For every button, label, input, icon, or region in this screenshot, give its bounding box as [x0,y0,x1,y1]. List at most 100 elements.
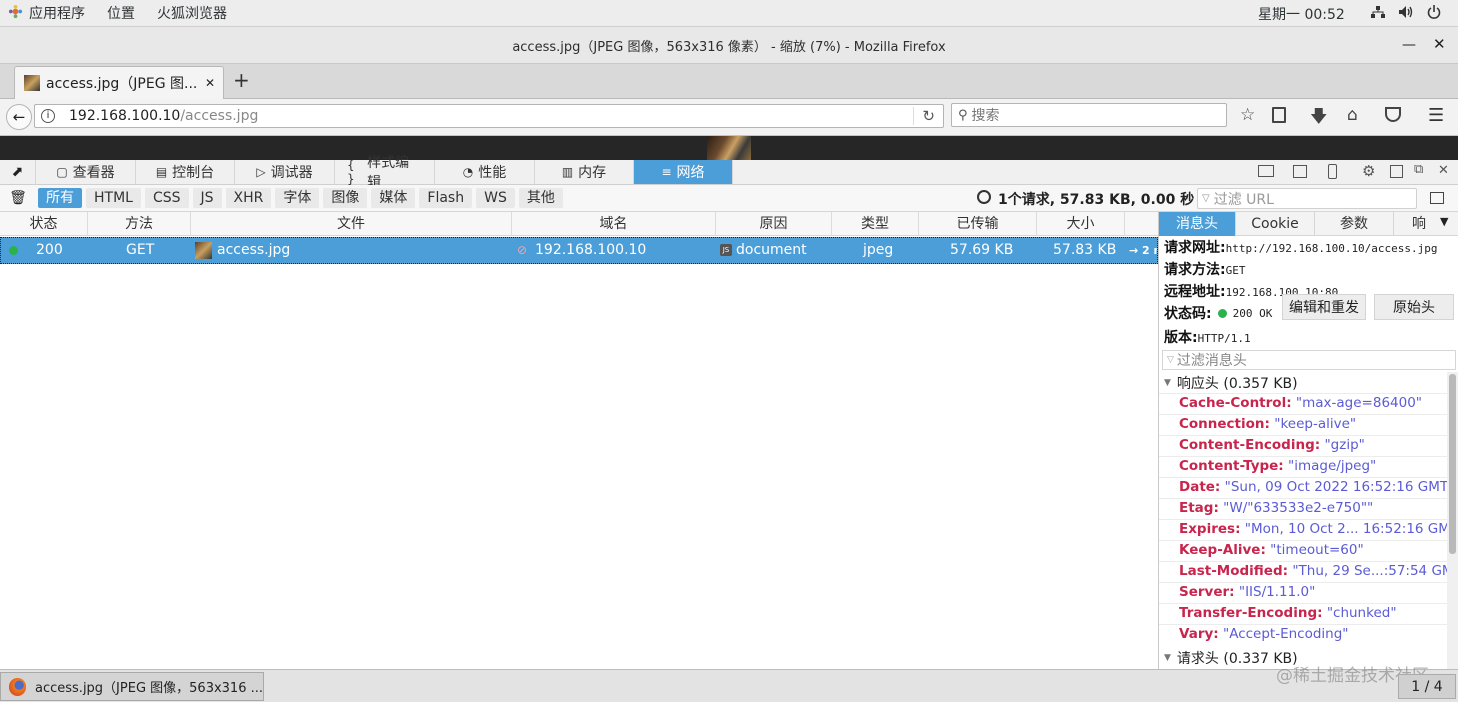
tab-cookie[interactable]: Cookie [1236,212,1315,236]
filter-button[interactable]: CSS [144,188,189,208]
table-row[interactable]: 200 GET access.jpg ⊘ 192.168.100.10 JS d… [0,237,1158,264]
network-filter-bar: 🗑 所有 HTML CSS JS XHR 字体 图像 媒体 Flash WS 其他 1个请求, 57… [0,185,1458,212]
toggle-sidebar-icon[interactable] [1430,192,1444,204]
column-file[interactable]: 文件 [191,212,512,236]
header-row[interactable]: Last-Modified: "Thu, 29 Se...:57:54 GMT" [1179,563,1447,579]
reload-icon[interactable]: ↻ [913,107,935,125]
home-icon[interactable]: ⌂ [1347,105,1358,125]
pick-element-icon[interactable]: ⬈ [0,160,36,184]
separate-window-icon[interactable]: ⧉ [1414,162,1423,177]
dock-side-icon[interactable] [1390,165,1403,178]
row-size: 57.83 KB [1053,242,1117,258]
tab-params[interactable]: 参数 [1315,212,1394,236]
header-row[interactable]: Content-Type: "image/jpeg" [1179,458,1376,474]
power-icon[interactable] [1427,5,1441,23]
column-size[interactable]: 大小 [1037,212,1125,236]
apps-menu-icon[interactable] [8,4,23,23]
filter-button[interactable]: Flash [419,188,473,208]
filter-button[interactable]: 字体 [275,188,320,208]
image-thumbnail[interactable] [707,136,751,160]
filter-button[interactable]: WS [476,188,515,208]
column-transferred[interactable]: 已传输 [919,212,1037,236]
workspace-pager[interactable]: 1 / 4 [1398,674,1456,699]
tab-console[interactable]: ▤ 控制台 [136,160,235,184]
bookmark-star-icon[interactable]: ☆ [1240,105,1255,125]
tab-response[interactable]: 响 [1404,212,1434,236]
filter-button[interactable]: XHR [225,188,272,208]
scrollbar-thumb[interactable] [1449,374,1456,554]
filter-button[interactable]: 图像 [323,188,368,208]
tab-inspector[interactable]: ▢ 查看器 [36,160,136,184]
column-domain[interactable]: 域名 [512,212,716,236]
site-info-icon[interactable]: i [41,109,55,123]
header-value: "gzip" [1324,437,1365,453]
header-row-divider [1159,477,1447,478]
column-status[interactable]: 状态 [0,212,88,236]
tab-style-editor[interactable]: { } 样式编辑... [335,155,435,191]
header-row-divider [1159,435,1447,436]
column-cause[interactable]: 原因 [716,212,832,236]
header-row[interactable]: Cache-Control: "max-age=86400" [1179,395,1422,411]
filter-button[interactable]: 媒体 [371,188,416,208]
minimize-button[interactable]: — [1402,37,1416,53]
tab-network[interactable]: ≡ 网络 [634,160,733,184]
headers-scrollbar[interactable] [1447,372,1458,669]
status-dot-icon [9,246,18,255]
filter-button[interactable]: 其他 [518,188,563,208]
tab-memory[interactable]: ▥ 内存 [535,160,634,184]
close-window-button[interactable]: ✕ [1433,35,1446,53]
row-transferred: 57.69 KB [950,242,1014,258]
response-headers-section[interactable]: ▼ 响应头 (0.357 KB) [1164,373,1298,393]
edit-resend-button[interactable]: 编辑和重发 [1282,294,1366,320]
header-row[interactable]: Vary: "Accept-Encoding" [1179,626,1349,642]
filter-button[interactable]: 所有 [38,188,82,208]
header-value: "Accept-Encoding" [1222,626,1349,642]
url-bar[interactable]: i 192.168.100.10/access.jpg ↻ [34,104,944,128]
firefox-app-menu[interactable]: 火狐浏览器 [157,3,227,23]
back-button[interactable]: ← [6,104,32,130]
header-filter-input[interactable]: ▽ 过滤消息头 [1162,350,1456,370]
reading-list-icon[interactable] [1272,107,1286,123]
downloads-icon[interactable]: 🡇 [1310,104,1327,133]
more-tabs-chevron-icon[interactable]: ▼ [1440,215,1448,228]
header-row[interactable]: Connection: "keep-alive" [1179,416,1356,432]
close-devtools-icon[interactable]: ✕ [1438,163,1449,178]
js-badge-icon: JS [720,244,732,256]
header-name: Cache-Control: [1179,395,1292,411]
dock-layout-icon[interactable] [1258,165,1274,177]
new-tab-button[interactable]: + [233,68,250,92]
raw-headers-button[interactable]: 原始头 [1374,294,1454,320]
header-row[interactable]: Keep-Alive: "timeout=60" [1179,542,1364,558]
network-icon[interactable] [1371,5,1385,23]
header-row[interactable]: Content-Encoding: "gzip" [1179,437,1365,453]
tab-debugger[interactable]: ▷ 调试器 [235,160,335,184]
applications-menu[interactable]: 应用程序 [29,3,85,23]
tab-performance[interactable]: ◔ 性能 [435,160,535,184]
header-row-divider [1159,498,1447,499]
filter-button[interactable]: HTML [86,188,141,208]
responsive-design-icon[interactable] [1328,164,1337,179]
places-menu[interactable]: 位置 [107,3,135,23]
hamburger-menu-icon[interactable]: ☰ [1428,105,1444,126]
filter-button[interactable]: JS [192,188,222,208]
volume-icon[interactable] [1398,5,1414,23]
header-row[interactable]: Transfer-Encoding: "chunked" [1179,605,1397,621]
column-method[interactable]: 方法 [88,212,191,236]
settings-gear-icon[interactable]: ⚙ [1362,162,1375,180]
column-type[interactable]: 类型 [832,212,919,236]
header-row[interactable]: Etag: "W/"633533e2-e750"" [1179,500,1373,516]
split-console-icon[interactable] [1293,165,1307,178]
browser-tab[interactable]: access.jpg（JPEG 图... ✕ [14,66,224,99]
clock[interactable]: 星期一 00:52 [1258,4,1345,24]
pocket-icon[interactable] [1385,107,1401,122]
clear-trash-icon[interactable]: 🗑 [0,190,36,206]
search-placeholder: 搜索 [971,108,1000,124]
header-row[interactable]: Server: "IIS/1.11.0" [1179,584,1315,600]
search-box[interactable]: ⚲ 搜索 [951,103,1227,127]
close-tab-icon[interactable]: ✕ [205,76,215,90]
taskbar-window-item[interactable]: access.jpg（JPEG 图像，563x316 ... [0,672,264,701]
header-row[interactable]: Expires: "Mon, 10 Oct 2... 16:52:16 GMT" [1179,521,1447,537]
tab-headers[interactable]: 消息头 [1159,212,1236,236]
header-row[interactable]: Date: "Sun, 09 Oct 2022 16:52:16 GMT" [1179,479,1447,495]
url-filter-input[interactable]: ▽ 过滤 URL [1197,188,1417,209]
